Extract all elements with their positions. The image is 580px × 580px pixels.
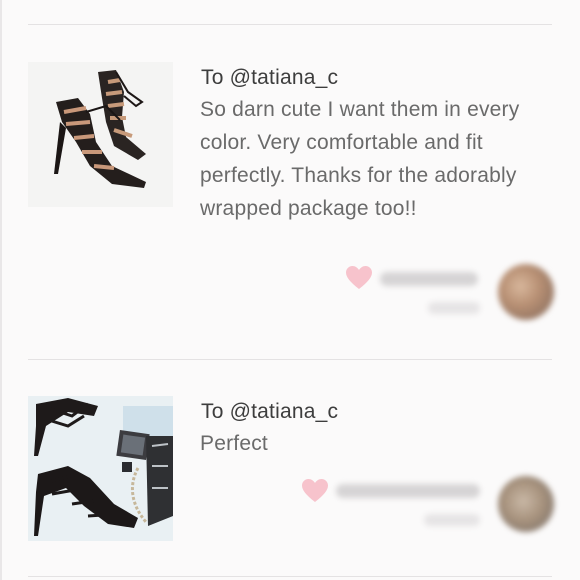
review-photo[interactable] [28,396,173,541]
heart-icon[interactable] [346,266,372,290]
review-recipient: To @tatiana_c [201,400,339,423]
reviewer-username-blurred[interactable] [336,484,480,498]
divider-bottom [28,576,552,577]
review-photo[interactable] [28,62,173,207]
divider-top [28,24,552,25]
review-text: So darn cute I want them in every color.… [200,98,520,220]
reviewer-username-blurred[interactable] [380,272,478,286]
sandal-photo-icon [28,396,173,541]
sandal-photo-icon [28,62,173,207]
heart-icon[interactable] [302,479,328,503]
reviewer-avatar[interactable] [498,264,554,320]
review-date-blurred [424,514,480,526]
review-text: Perfect [200,432,268,455]
review-date-blurred [428,302,480,314]
window-edge [0,0,2,580]
divider-middle [28,359,552,360]
reviewer-avatar[interactable] [498,476,554,532]
review-recipient: To @tatiana_c [201,66,339,89]
